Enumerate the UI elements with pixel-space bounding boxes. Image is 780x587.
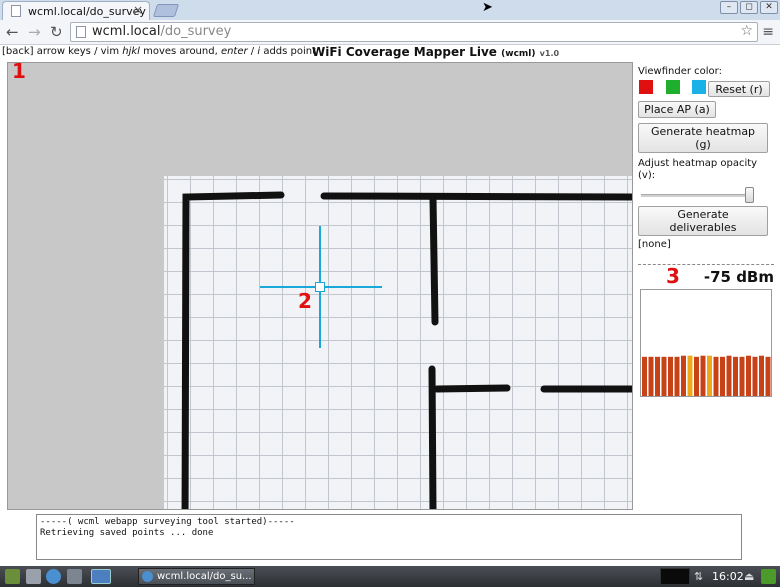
- windows-icon[interactable]: [67, 569, 82, 584]
- deliverables-status: [none]: [638, 239, 671, 250]
- browser-launcher-icon[interactable]: [46, 569, 61, 584]
- meter-bar: [752, 356, 758, 396]
- meter-bar: [733, 356, 738, 396]
- log-line: -----( wcml webapp surveying tool starte…: [40, 517, 295, 527]
- meter-bar: [720, 356, 725, 396]
- app-title: WiFi Coverage Mapper Live (wcml) v1.0: [312, 45, 560, 59]
- desktop-icon[interactable]: [91, 569, 111, 584]
- opacity-label: Adjust heatmap opacity (v):: [638, 158, 758, 181]
- floorplan-image: [164, 176, 632, 509]
- meter-bar: [739, 356, 745, 396]
- back-arrow-icon[interactable]: ←: [6, 23, 19, 41]
- crosshair-marker-number: 2: [298, 289, 312, 313]
- browser-toolbar: ← → ↻ wcml.local/do_survey ☆ ≡: [0, 20, 780, 45]
- forward-arrow-icon[interactable]: →: [28, 23, 41, 41]
- meter-bar: [648, 356, 654, 396]
- signal-strength-value: -75 dBm: [703, 268, 774, 286]
- address-bar[interactable]: wcml.local/do_survey ☆: [70, 22, 758, 42]
- browser-menu-icon[interactable]: ≡: [762, 24, 774, 40]
- signal-meter: [640, 289, 772, 397]
- meter-bar: [655, 356, 660, 396]
- generate-deliverables-button[interactable]: Generate deliverables: [638, 206, 768, 236]
- mouse-cursor-icon: ➤: [482, 0, 493, 15]
- close-tab-icon[interactable]: ×: [133, 3, 143, 17]
- keyboard-help-text: [back] arrow keys / vim hjkl moves aroun…: [2, 46, 317, 57]
- tab-title: wcml.local/do_survey: [28, 5, 146, 18]
- taskbar-task-label: wcml.local/do_su...: [157, 571, 252, 582]
- meter-bar: [707, 355, 712, 396]
- meter-bar: [759, 355, 764, 396]
- url-text: wcml.local/do_survey: [92, 24, 232, 39]
- cpu-monitor: [660, 568, 690, 585]
- color-swatches: Reset (r): [638, 80, 774, 98]
- browser-tab-strip: wcml.local/do_survey × ➤ – ◻ ✕: [0, 0, 780, 20]
- control-panel: Viewfinder color: Reset (r) Place AP (a)…: [638, 66, 774, 397]
- meter-bar: [668, 356, 673, 396]
- meter-bar: [746, 355, 751, 396]
- crosshair-center: [315, 282, 325, 292]
- clock: 16:02: [712, 570, 744, 583]
- viewport-marker-number: 1: [12, 62, 26, 83]
- meter-bar: [687, 355, 693, 396]
- reload-icon[interactable]: ↻: [50, 23, 63, 41]
- meter-bar: [713, 356, 719, 396]
- swatch-red[interactable]: [639, 80, 653, 94]
- slider-rail: [641, 194, 752, 197]
- opacity-slider[interactable]: [638, 186, 774, 204]
- floorplan-walls: [181, 191, 632, 509]
- place-ap-button[interactable]: Place AP (a): [638, 101, 716, 118]
- browser-task-icon: [142, 571, 153, 582]
- window-controls: – ◻ ✕: [720, 1, 778, 14]
- log-line: Retrieving saved points ... done: [40, 528, 214, 538]
- maximize-button[interactable]: ◻: [740, 1, 758, 14]
- bookmark-star-icon[interactable]: ☆: [740, 23, 753, 39]
- page-favicon-icon: [11, 5, 21, 17]
- logout-icon[interactable]: [761, 569, 776, 584]
- meter-bar: [700, 355, 706, 396]
- generate-heatmap-button[interactable]: Generate heatmap (g): [638, 123, 768, 153]
- meter-bar: [726, 355, 732, 396]
- eject-icon[interactable]: ⏏: [744, 570, 754, 583]
- swatch-blue[interactable]: [692, 80, 706, 94]
- reset-button[interactable]: Reset (r): [708, 81, 770, 97]
- meter-bar: [674, 356, 680, 396]
- meter-bar: [681, 355, 686, 396]
- network-icon[interactable]: ⇅: [694, 570, 703, 583]
- os-taskbar: wcml.local/do_su... ⇅ 16:02 ⏏: [0, 566, 780, 587]
- signal-readout: 3 -75 dBm: [638, 264, 774, 289]
- meter-bar: [661, 356, 667, 396]
- new-tab-button[interactable]: [152, 4, 180, 17]
- page-icon: [76, 26, 86, 38]
- meter-bar: [694, 356, 699, 396]
- log-console[interactable]: -----( wcml webapp surveying tool starte…: [36, 514, 742, 560]
- swatch-green[interactable]: [666, 80, 680, 94]
- meter-bar: [765, 356, 771, 396]
- taskbar-browser-task[interactable]: wcml.local/do_su...: [138, 568, 255, 585]
- browser-tab[interactable]: wcml.local/do_survey ×: [2, 1, 150, 20]
- start-menu-icon[interactable]: [5, 569, 20, 584]
- map-viewport[interactable]: 1 2: [7, 62, 633, 510]
- slider-thumb[interactable]: [744, 187, 754, 203]
- close-window-button[interactable]: ✕: [760, 1, 778, 14]
- signal-meter-bars: [642, 355, 771, 396]
- viewfinder-color-label: Viewfinder color:: [638, 66, 722, 77]
- meter-bar: [642, 356, 647, 396]
- minimize-button[interactable]: –: [720, 1, 738, 14]
- file-manager-icon[interactable]: [26, 569, 41, 584]
- signal-marker-number: 3: [666, 264, 680, 288]
